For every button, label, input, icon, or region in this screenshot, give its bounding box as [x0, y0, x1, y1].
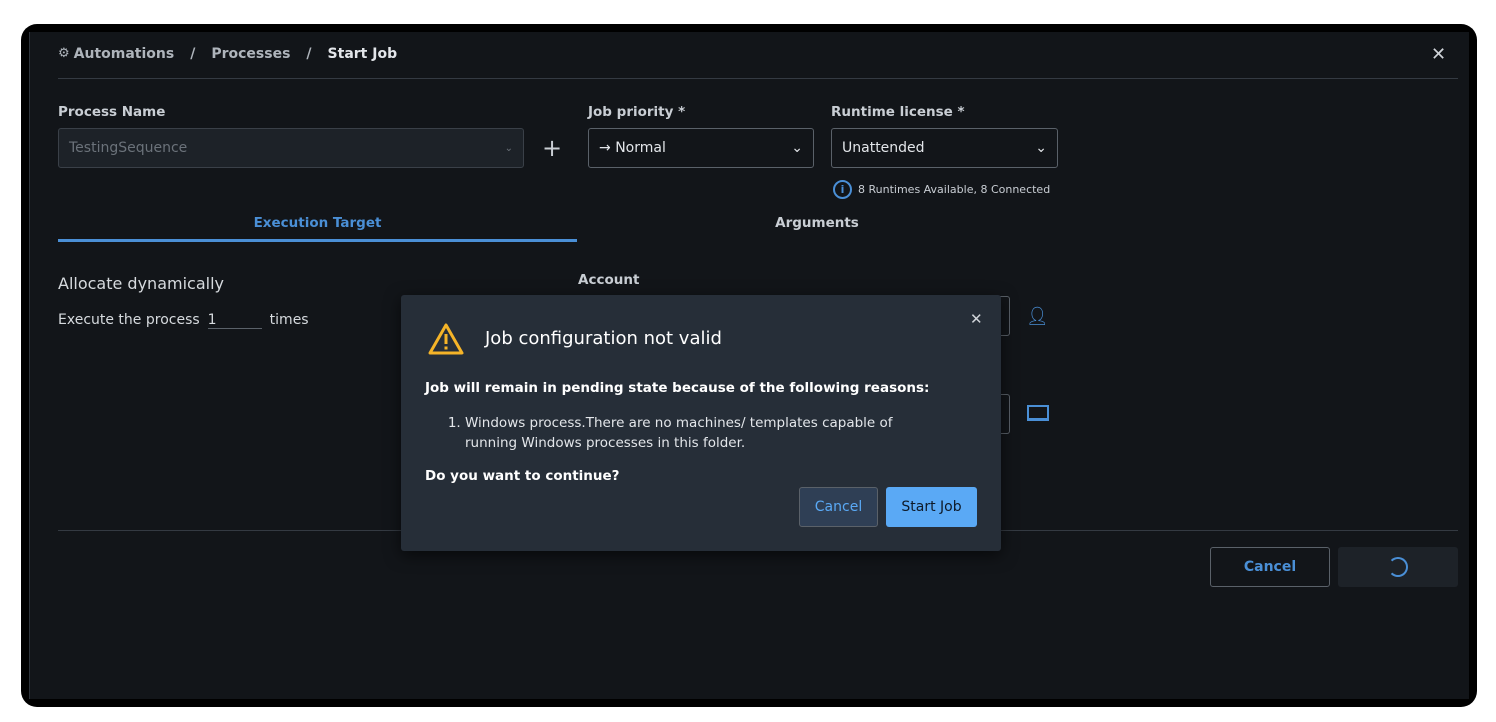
breadcrumb-separator: / — [306, 46, 312, 62]
dialog-cancel-button[interactable]: Cancel — [799, 487, 878, 527]
chevron-down-icon: ⌄ — [791, 140, 803, 156]
automations-gear-icon: ⚙ — [58, 46, 70, 61]
tab-arguments[interactable]: Arguments — [577, 215, 1057, 231]
dialog-intro: Job will remain in pending state because… — [425, 380, 930, 396]
dialog-question: Do you want to continue? — [425, 468, 620, 484]
warning-icon — [428, 323, 464, 355]
runtime-info: i 8 Runtimes Available, 8 Connected — [833, 180, 1050, 199]
arrow-right-icon: → — [599, 140, 616, 156]
start-job-loading-button — [1338, 547, 1458, 587]
breadcrumb-processes[interactable]: Processes — [211, 46, 290, 62]
process-name-label: Process Name — [58, 104, 166, 120]
job-priority-select[interactable]: → Normal ⌄ — [588, 128, 814, 168]
account-user-icon[interactable]: 👤︎ — [1026, 306, 1049, 327]
account-label: Account — [578, 272, 640, 288]
breadcrumb-current: Start Job — [327, 46, 398, 62]
loading-spinner-icon — [1388, 557, 1408, 577]
breadcrumb-automations[interactable]: Automations — [74, 46, 175, 62]
process-name-value: TestingSequence — [69, 140, 188, 156]
cancel-button[interactable]: Cancel — [1210, 547, 1330, 587]
info-icon: i — [833, 180, 852, 199]
job-config-dialog: Job configuration not valid ✕ Job will r… — [401, 295, 1001, 551]
process-name-select: TestingSequence ⌄ — [58, 128, 524, 168]
breadcrumb-separator: / — [190, 46, 196, 62]
runtime-license-value: Unattended — [842, 140, 925, 156]
execute-row: Execute the process 1 times — [58, 312, 309, 329]
job-priority-value: Normal — [615, 140, 666, 156]
allocate-heading: Allocate dynamically — [58, 274, 224, 293]
execution-count-input[interactable]: 1 — [207, 312, 262, 329]
execute-prefix: Execute the process — [58, 312, 200, 328]
reason-item: Windows process.There are no machines/ t… — [465, 413, 945, 453]
laptop-icon[interactable] — [1027, 405, 1049, 421]
breadcrumb: ⚙ Automations / Processes / Start Job — [58, 46, 397, 62]
runtime-info-text: 8 Runtimes Available, 8 Connected — [858, 183, 1051, 196]
active-tab-indicator — [58, 239, 577, 242]
dialog-start-job-button[interactable]: Start Job — [886, 487, 977, 527]
chevron-down-icon: ⌄ — [1035, 140, 1047, 156]
dialog-close-icon[interactable]: ✕ — [970, 310, 983, 328]
reasons-list: Windows process.There are no machines/ t… — [465, 413, 945, 453]
tab-execution-target[interactable]: Execution Target — [58, 215, 577, 231]
chevron-down-icon: ⌄ — [504, 142, 513, 154]
runtime-license-select[interactable]: Unattended ⌄ — [831, 128, 1058, 168]
job-priority-label: Job priority * — [588, 104, 686, 120]
close-icon[interactable]: ✕ — [1431, 44, 1446, 65]
execute-suffix: times — [269, 312, 309, 328]
add-icon[interactable]: + — [542, 134, 562, 162]
header-divider — [58, 78, 1458, 79]
dialog-title: Job configuration not valid — [485, 328, 722, 349]
runtime-license-label: Runtime license * — [831, 104, 965, 120]
